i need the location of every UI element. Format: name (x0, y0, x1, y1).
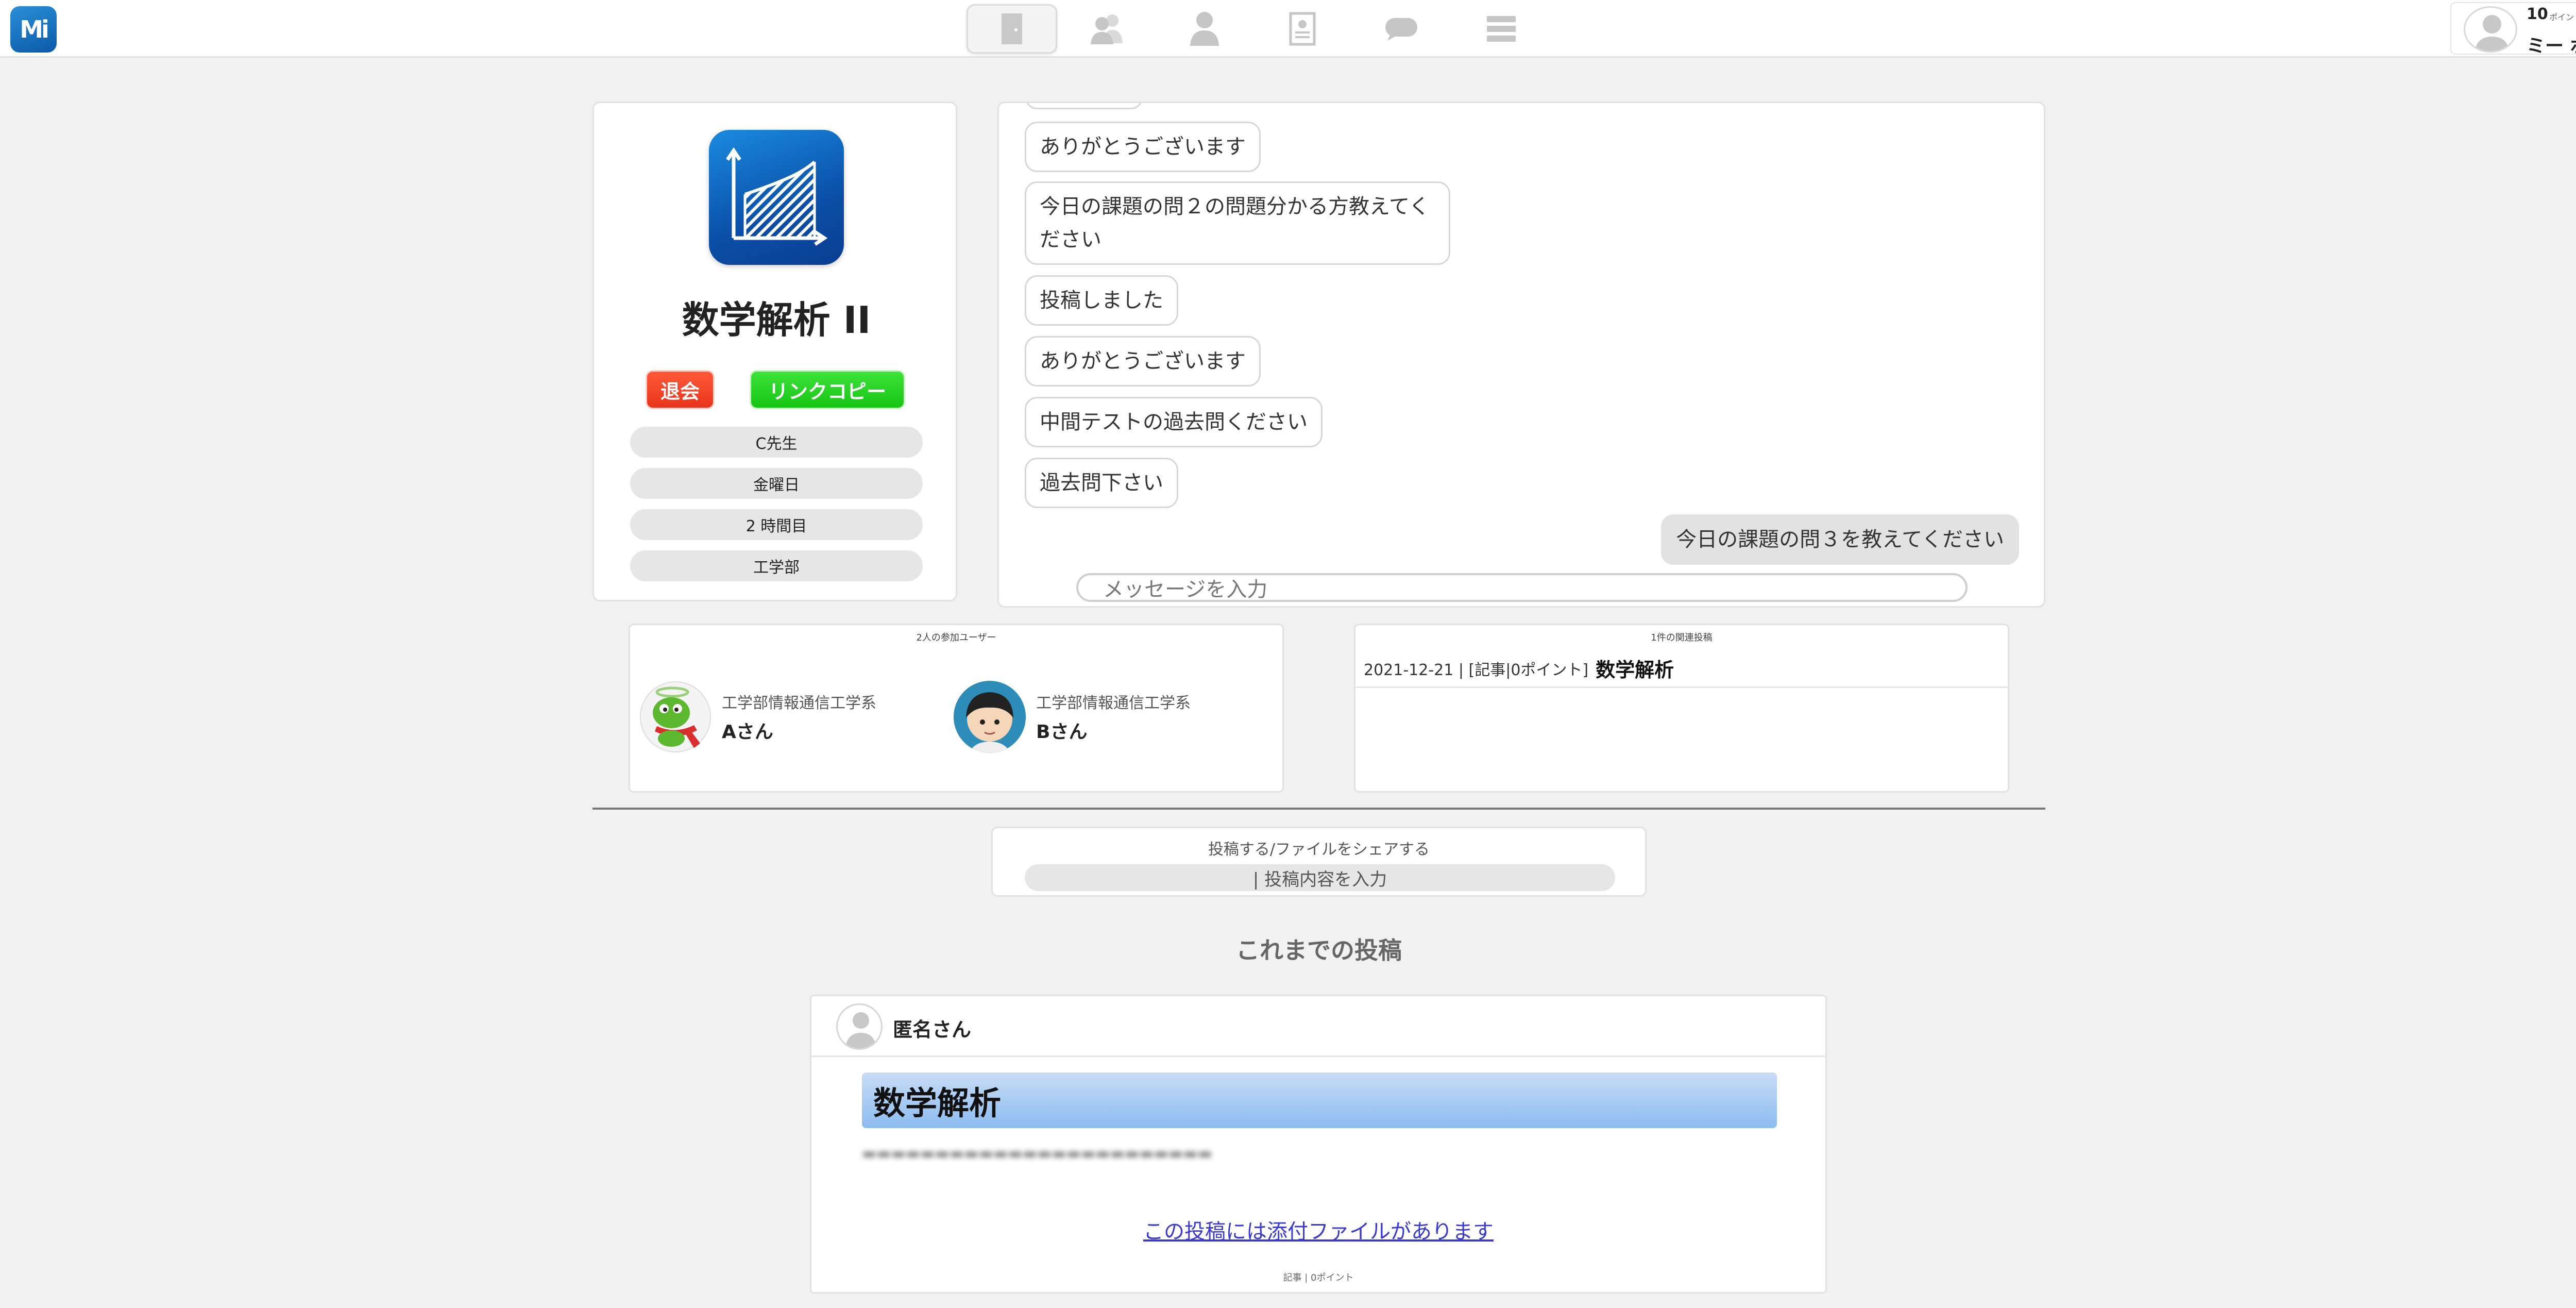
participants-panel: 2人の参加ユーザー 工学部情報通信工学系 Aさん 工学部情報通信工学系 Bさん (629, 624, 1284, 793)
post-author-name: 匿名さん (893, 1018, 972, 1041)
course-graph-icon (709, 130, 844, 265)
nav-person-icon[interactable] (1159, 4, 1250, 54)
post-title[interactable]: 数学解析 (862, 1072, 1777, 1128)
related-posts-title: 1件の関連投稿 (1651, 632, 1713, 643)
user-account-box[interactable]: 10 ポイント保有 ミー ボード (2450, 2, 2576, 57)
teacher-pill: C先生 (630, 427, 923, 458)
nav-users-icon[interactable] (1061, 4, 1152, 54)
weekday-pill: 金曜日 (630, 468, 923, 499)
chat-message-input[interactable]: メッセージを入力 (1076, 573, 1968, 602)
chat-panel: ありがとうございます 今日の課題の問２の問題分かる方教えてください 投稿しました… (997, 102, 2045, 608)
related-post-meta: 2021-12-21 | [記事|0ポイント] (1364, 661, 1589, 679)
course-title: 数学解析 II (682, 298, 871, 342)
nav-chat-bubble-icon[interactable] (1356, 4, 1447, 54)
user-a-avatar-icon[interactable] (639, 681, 711, 753)
post-card: 匿名さん 数学解析 ▬▬▬▬▬▬▬▬▬▬▬▬▬▬▬▬▬▬▬▬▬▬▬▬ この投稿に… (810, 995, 1827, 1294)
post-content-input[interactable]: | 投稿内容を入力 (1025, 864, 1615, 891)
related-post-title[interactable]: 数学解析 (1596, 654, 1674, 682)
nav-menu-icon[interactable] (1456, 4, 1547, 54)
attachment-link[interactable]: この投稿には添付ファイルがあります (811, 1215, 1825, 1245)
compose-post-panel: 投稿する/ファイルをシェアする | 投稿内容を入力 (991, 827, 1647, 897)
points-label: ポイント保有 (2549, 12, 2576, 22)
points-value: 10 (2527, 5, 2548, 23)
period-pill: 2 時間目 (630, 509, 923, 540)
chat-message: 中間テストの過去問ください (1025, 397, 1323, 447)
nav-profile-card-icon[interactable] (1257, 4, 1348, 54)
post-blurred-preview: ▬▬▬▬▬▬▬▬▬▬▬▬▬▬▬▬▬▬▬▬▬▬▬▬ (862, 1145, 1213, 1163)
participants-title: 2人の参加ユーザー (916, 632, 996, 643)
chat-message: 投稿しました (1025, 275, 1178, 326)
compose-title: 投稿する/ファイルをシェアする (1208, 841, 1430, 859)
leave-course-button[interactable]: 退会 (646, 370, 715, 409)
user-b-department: 工学部情報通信工学系 (1036, 694, 1191, 712)
chat-message: 今日の課題の問２の問題分かる方教えてください (1025, 181, 1450, 265)
chat-message: ありがとうございます (1025, 122, 1261, 172)
app-logo[interactable]: Mi (10, 6, 57, 53)
copy-link-button[interactable]: リンクコピー (750, 370, 905, 409)
section-divider (592, 808, 2045, 810)
top-navigation-bar: Mi 10 ポイント保有 ミー ボード (0, 0, 2576, 58)
author-avatar-icon (836, 1003, 883, 1050)
related-posts-panel: 1件の関連投稿 2021-12-21 | [記事|0ポイント] 数学解析 (1354, 624, 2009, 793)
user-name: ミー ボード (2527, 36, 2576, 57)
user-avatar-icon (2464, 6, 2517, 53)
past-posts-heading: これまでの投稿 (1236, 936, 1402, 964)
chat-message: 過去問下さい (1025, 458, 1178, 508)
user-a-department: 工学部情報通信工学系 (722, 694, 876, 712)
post-header: 匿名さん (811, 996, 1825, 1057)
related-post-item[interactable]: 2021-12-21 | [記事|0ポイント] 数学解析 (1355, 650, 2008, 688)
course-card: 数学解析 II 退会 リンクコピー C先生 金曜日 2 時間目 工学部 (592, 102, 957, 601)
nav-door-icon[interactable] (967, 4, 1057, 54)
user-a-name[interactable]: Aさん (722, 717, 773, 744)
chat-message-mine: 今日の課題の問３を教えてください (1661, 514, 2019, 565)
user-b-name[interactable]: Bさん (1036, 717, 1087, 744)
faculty-pill: 工学部 (630, 550, 923, 581)
chat-message-partial (1025, 103, 1143, 109)
chat-message: ありがとうございます (1025, 336, 1261, 387)
post-meta: 記事 | 0ポイント (1283, 1272, 1354, 1283)
user-b-avatar-icon[interactable] (954, 681, 1026, 753)
